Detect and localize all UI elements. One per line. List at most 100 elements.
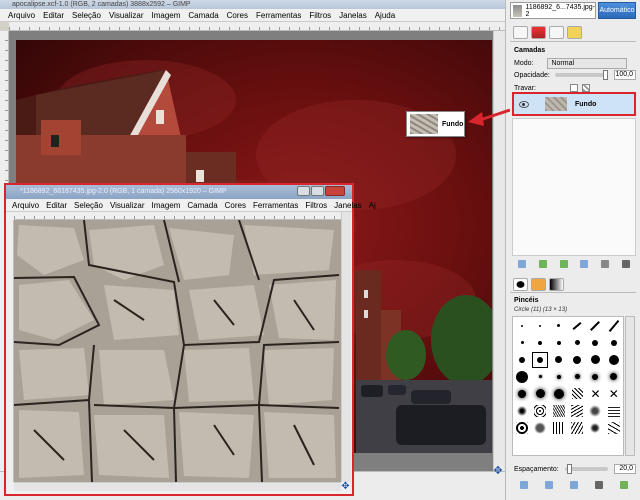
edit-brush-icon[interactable] bbox=[520, 481, 529, 489]
brush-item[interactable] bbox=[535, 389, 545, 398]
brush-item[interactable] bbox=[516, 370, 529, 383]
brush-item[interactable] bbox=[534, 404, 547, 417]
menu-camada[interactable]: Camada bbox=[187, 201, 217, 210]
tab-brushes[interactable] bbox=[513, 277, 528, 291]
menu-visualizar[interactable]: Visualizar bbox=[110, 201, 145, 210]
brush-item[interactable] bbox=[556, 374, 561, 379]
brush-item[interactable] bbox=[552, 404, 565, 417]
brush-item[interactable] bbox=[590, 355, 600, 364]
tab-patterns[interactable] bbox=[531, 277, 546, 291]
main-vertical-scrollbar[interactable] bbox=[493, 31, 505, 471]
brush-item[interactable] bbox=[557, 324, 561, 327]
second-horizontal-ruler[interactable] bbox=[14, 212, 341, 220]
brush-item[interactable] bbox=[572, 321, 582, 330]
menu-ajuda[interactable]: Aj bbox=[369, 201, 376, 210]
tab-gradients[interactable] bbox=[549, 277, 564, 291]
second-vertical-ruler[interactable] bbox=[6, 220, 14, 482]
second-vertical-scrollbar[interactable] bbox=[341, 212, 351, 482]
menu-ajuda[interactable]: Ajuda bbox=[375, 11, 395, 20]
brush-item[interactable] bbox=[574, 374, 580, 379]
mode-select[interactable]: Normal bbox=[547, 57, 628, 69]
second-horizontal-scrollbar[interactable] bbox=[14, 482, 341, 491]
spacing-field[interactable]: 20,0 bbox=[613, 464, 636, 474]
delete-layer-icon[interactable] bbox=[621, 260, 630, 268]
brush-item[interactable]: ✕ bbox=[608, 388, 620, 400]
brush-item[interactable] bbox=[553, 388, 564, 399]
brush-item[interactable] bbox=[608, 354, 619, 365]
menu-cores[interactable]: Cores bbox=[227, 11, 248, 20]
menu-filtros[interactable]: Filtros bbox=[309, 11, 331, 20]
menu-editar[interactable]: Editar bbox=[46, 201, 67, 210]
duplicate-layer-icon[interactable] bbox=[580, 260, 589, 268]
brush-item[interactable] bbox=[592, 339, 599, 346]
brush-item[interactable] bbox=[592, 373, 599, 380]
brush-item[interactable] bbox=[589, 404, 602, 417]
opacity-field[interactable]: 100,0 bbox=[614, 70, 636, 80]
brush-item[interactable] bbox=[589, 421, 602, 434]
navigate-icon[interactable]: ✥ bbox=[492, 465, 504, 477]
menu-janelas[interactable]: Janelas bbox=[339, 11, 367, 20]
cracked-earth-image[interactable] bbox=[14, 220, 341, 482]
lock-alpha-checkbox[interactable] bbox=[581, 84, 590, 92]
brush-item-selected[interactable] bbox=[532, 351, 549, 368]
menu-selecao[interactable]: Seleção bbox=[74, 201, 103, 210]
eye-icon[interactable] bbox=[519, 100, 529, 108]
brush-item[interactable] bbox=[574, 340, 580, 345]
brush-item[interactable] bbox=[573, 355, 582, 364]
maximize-button[interactable] bbox=[311, 186, 324, 196]
brush-grid[interactable]: ✕ ✕ bbox=[512, 316, 624, 456]
delete-brush-icon[interactable] bbox=[594, 481, 603, 489]
menu-cores[interactable]: Cores bbox=[225, 201, 246, 210]
new-brush-icon[interactable] bbox=[545, 481, 554, 489]
brush-item[interactable] bbox=[607, 404, 620, 417]
lock-pixels-checkbox[interactable] bbox=[569, 84, 578, 92]
horizontal-ruler[interactable] bbox=[9, 22, 505, 31]
brush-item[interactable] bbox=[552, 421, 565, 434]
menu-janelas[interactable]: Janelas bbox=[334, 201, 362, 210]
spacing-slider[interactable] bbox=[564, 464, 608, 474]
brush-item[interactable] bbox=[538, 340, 543, 345]
tab-paths[interactable] bbox=[549, 26, 564, 39]
brush-scrollbar[interactable] bbox=[625, 316, 635, 456]
close-button[interactable] bbox=[325, 186, 345, 196]
brush-item[interactable] bbox=[534, 421, 547, 434]
opacity-slider[interactable] bbox=[554, 70, 609, 80]
minimize-button[interactable] bbox=[297, 186, 310, 196]
menu-filtros[interactable]: Filtros bbox=[305, 201, 327, 210]
auto-button[interactable]: Automático bbox=[598, 2, 636, 19]
brush-item[interactable] bbox=[516, 404, 529, 417]
menu-arquivo[interactable]: Arquivo bbox=[12, 201, 39, 210]
menu-imagem[interactable]: Imagem bbox=[152, 11, 181, 20]
menu-imagem[interactable]: Imagem bbox=[152, 201, 181, 210]
brush-item[interactable] bbox=[519, 356, 526, 363]
anchor-layer-icon[interactable] bbox=[600, 260, 609, 268]
tab-channels[interactable] bbox=[531, 26, 546, 39]
raise-layer-icon[interactable] bbox=[538, 260, 547, 268]
tab-undo[interactable] bbox=[567, 26, 582, 39]
brush-item[interactable] bbox=[520, 341, 524, 344]
brush-item[interactable] bbox=[518, 389, 527, 398]
menu-ferramentas[interactable]: Ferramentas bbox=[256, 11, 301, 20]
menu-visualizar[interactable]: Visualizar bbox=[109, 11, 144, 20]
duplicate-brush-icon[interactable] bbox=[569, 481, 578, 489]
tab-layers[interactable] bbox=[513, 26, 528, 39]
brush-item[interactable] bbox=[610, 339, 617, 346]
brush-item[interactable] bbox=[571, 388, 583, 399]
menu-arquivo[interactable]: Arquivo bbox=[8, 11, 35, 20]
brush-item[interactable] bbox=[539, 324, 542, 327]
brush-item[interactable] bbox=[610, 373, 618, 380]
navigate-icon[interactable]: ✥ bbox=[340, 482, 351, 492]
brush-item[interactable] bbox=[516, 421, 529, 434]
brush-item[interactable] bbox=[556, 340, 561, 345]
brush-item[interactable] bbox=[521, 324, 524, 327]
lower-layer-icon[interactable] bbox=[559, 260, 568, 268]
brush-item[interactable]: ✕ bbox=[589, 388, 601, 400]
menu-editar[interactable]: Editar bbox=[43, 11, 64, 20]
brush-item[interactable] bbox=[538, 375, 542, 378]
brush-item[interactable] bbox=[607, 421, 620, 434]
menu-camada[interactable]: Camada bbox=[188, 11, 218, 20]
menu-selecao[interactable]: Seleção bbox=[72, 11, 101, 20]
new-layer-icon[interactable] bbox=[518, 260, 527, 268]
brush-item[interactable] bbox=[555, 356, 563, 363]
brush-item[interactable] bbox=[590, 320, 601, 331]
